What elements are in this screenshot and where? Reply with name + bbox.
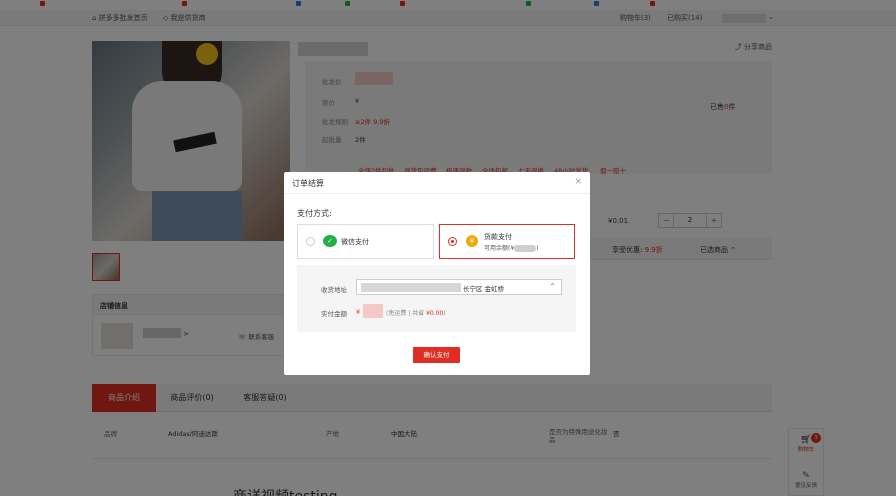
- payment-method-label: 支付方式:: [297, 209, 332, 218]
- amount-currency: ¥: [356, 308, 361, 316]
- balance-sub-end: ): [536, 245, 539, 252]
- radio-wechat[interactable]: [306, 237, 315, 246]
- amount-note-prefix: (免运费: [386, 310, 407, 317]
- amount-note: (免运费 | 共省 ¥0.00): [386, 308, 446, 317]
- payment-option-balance[interactable]: ¥ 货款支付 可用余额(¥): [439, 224, 575, 259]
- confirm-pay-button[interactable]: 确认支付: [413, 347, 460, 363]
- amount-label: 实付金额: [321, 310, 347, 318]
- wechat-icon: ✓: [323, 235, 337, 247]
- checkout-dialog: 订单结算 × 支付方式: ✓ 微信支付 ¥ 货款支付 可用余额(¥) 收货地址 …: [284, 172, 590, 375]
- close-icon[interactable]: ×: [574, 177, 582, 187]
- amount-note-mid: | 共省: [406, 310, 427, 317]
- amount-blur: [363, 304, 383, 318]
- address-select[interactable]: 长宁区 金虹桥 ⌃: [356, 279, 562, 295]
- dialog-header: 订单结算 ×: [284, 172, 590, 194]
- radio-balance[interactable]: [448, 237, 457, 246]
- address-text: 长宁区 金虹桥: [463, 285, 505, 293]
- wechat-label: 微信支付: [341, 238, 369, 246]
- chevron-up-icon: ⌃: [549, 282, 556, 291]
- address-label: 收货地址: [321, 286, 347, 294]
- amount-saved: ¥0.00: [426, 310, 444, 317]
- payment-option-wechat[interactable]: ✓ 微信支付: [297, 224, 434, 259]
- dialog-title: 订单结算: [292, 179, 324, 188]
- address-blur: [361, 283, 461, 292]
- order-info-box: 收货地址 长宁区 金虹桥 ⌃ 实付金额 ¥ (免运费 | 共省 ¥0.00): [297, 265, 576, 332]
- balance-blur: [514, 245, 537, 252]
- coin-icon: ¥: [466, 235, 478, 247]
- balance-title: 货款支付: [484, 233, 512, 241]
- balance-available: 可用余额(¥): [484, 243, 539, 252]
- amount-note-suffix: ): [443, 310, 446, 317]
- balance-sub-label: 可用余额(¥: [484, 245, 515, 252]
